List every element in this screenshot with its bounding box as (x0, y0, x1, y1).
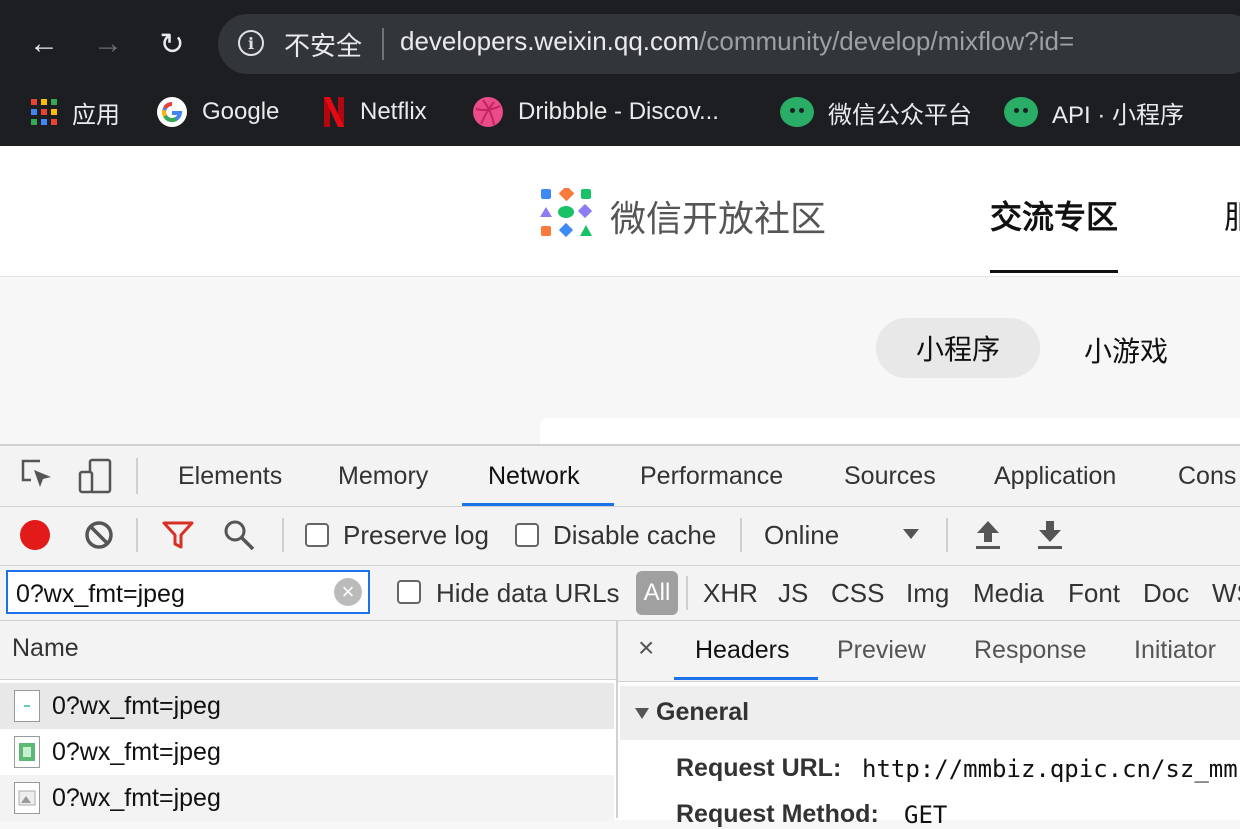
bookmark-apps[interactable]: 应用 (30, 96, 120, 129)
site-logo-text[interactable]: 微信开放社区 (610, 190, 826, 242)
filter-type-all[interactable]: All (636, 571, 678, 615)
chevron-down-icon (903, 529, 919, 539)
image-thumbnail-icon (14, 782, 40, 814)
request-url-key: Request URL: (676, 754, 842, 782)
image-thumbnail-icon (14, 736, 40, 768)
bookmark-label: 应用 (72, 101, 120, 129)
tab-application[interactable]: Application (994, 462, 1116, 491)
bookmark-netflix[interactable]: Netflix (322, 96, 427, 128)
filter-type-js[interactable]: JS (778, 578, 808, 609)
detail-tab-response[interactable]: Response (974, 636, 1087, 665)
clear-filter-icon[interactable]: × (334, 578, 362, 606)
tab-performance[interactable]: Performance (640, 462, 783, 491)
import-har-icon[interactable] (974, 518, 1002, 555)
record-button[interactable] (20, 520, 50, 550)
request-method-value: GET (904, 801, 948, 829)
close-icon[interactable]: × (638, 632, 654, 664)
export-har-icon[interactable] (1036, 518, 1064, 555)
bookmark-label: Google (202, 98, 280, 125)
filter-type-img[interactable]: Img (906, 578, 949, 609)
detail-active-underline (674, 677, 818, 680)
netflix-icon (322, 96, 346, 128)
detail-tab-initiator[interactable]: Initiator (1134, 636, 1216, 665)
category-pill-minigame[interactable]: 小游戏 (1084, 330, 1168, 370)
site-logo-icon[interactable] (540, 185, 593, 243)
nav-active-underline (990, 270, 1118, 273)
back-button[interactable]: ← (22, 22, 66, 66)
bookmark-wechat-mp[interactable]: 微信公众平台 (780, 96, 972, 129)
controls-divider (946, 518, 948, 552)
throttle-value: Online (764, 520, 840, 550)
bookmark-api[interactable]: API · 小程序 (1004, 96, 1185, 129)
filter-type-doc[interactable]: Doc (1143, 578, 1189, 609)
filter-type-ws[interactable]: WS (1212, 578, 1240, 609)
hide-data-urls-checkbox[interactable] (397, 580, 421, 604)
bookmark-dribbble[interactable]: Dribbble - Discov... (472, 96, 719, 128)
security-label[interactable]: 不安全 (284, 26, 362, 63)
request-row[interactable]: 0?wx_fmt=jpeg (0, 775, 614, 821)
dribbble-icon (472, 96, 504, 128)
bookmark-label: 微信公众平台 (828, 101, 972, 129)
disable-cache-label[interactable]: Disable cache (553, 520, 716, 551)
url-text[interactable]: developers.weixin.qq.com/community/devel… (400, 26, 1074, 57)
list-header (0, 621, 616, 680)
request-method-key: Request Method: (676, 800, 879, 828)
bookmark-label: API · 小程序 (1052, 101, 1185, 129)
controls-divider (282, 518, 284, 552)
wechat-icon (1004, 97, 1038, 127)
bookmark-label: Dribbble - Discov... (518, 98, 719, 125)
tab-memory[interactable]: Memory (338, 462, 428, 491)
active-tab-underline (462, 503, 614, 506)
request-row[interactable]: 0?wx_fmt=jpeg (0, 729, 614, 775)
tab-network[interactable]: Network (488, 462, 580, 491)
request-name: 0?wx_fmt=jpeg (52, 783, 221, 812)
tab-console[interactable]: Cons (1178, 462, 1236, 491)
request-url-value: http://mmbiz.qpic.cn/sz_mm (862, 755, 1238, 783)
detail-tab-preview[interactable]: Preview (837, 636, 926, 665)
google-icon (156, 96, 188, 128)
request-row[interactable]: 0?wx_fmt=jpeg (0, 683, 614, 729)
document-icon (14, 690, 40, 722)
category-pill-miniprogram[interactable]: 小程序 (876, 318, 1040, 378)
detail-tab-headers[interactable]: Headers (695, 636, 790, 665)
general-section-title: General (656, 698, 750, 726)
inspect-element-icon[interactable] (20, 458, 54, 497)
forward-button[interactable]: → (86, 22, 130, 66)
search-icon[interactable] (222, 518, 256, 557)
url-host: developers.weixin.qq.com (400, 26, 700, 56)
throttle-select[interactable]: Online (760, 515, 930, 555)
omnibox-divider (382, 28, 384, 60)
reload-button[interactable]: ↻ (150, 22, 194, 66)
preserve-log-label[interactable]: Preserve log (343, 520, 489, 551)
request-name: 0?wx_fmt=jpeg (52, 691, 221, 720)
tab-elements[interactable]: Elements (178, 462, 282, 491)
filter-divider (686, 576, 688, 610)
device-toolbar-icon[interactable] (78, 458, 114, 499)
url-path: /community/develop/mixflow?id= (699, 26, 1075, 56)
hide-data-urls-label[interactable]: Hide data URLs (436, 578, 620, 609)
tab-sources[interactable]: Sources (844, 462, 936, 491)
info-icon[interactable]: i (238, 30, 264, 56)
controls-divider (136, 518, 138, 552)
bookmark-google[interactable]: Google (156, 96, 279, 128)
nav-item-next[interactable]: 服 (1224, 192, 1240, 238)
controls-divider (740, 518, 742, 552)
preserve-log-checkbox[interactable] (305, 523, 329, 547)
caret-down-icon[interactable] (634, 706, 650, 725)
disable-cache-checkbox[interactable] (515, 523, 539, 547)
bookmark-label: Netflix (360, 98, 427, 125)
apps-grid-icon (30, 98, 58, 126)
nav-item-community[interactable]: 交流专区 (990, 192, 1118, 238)
filter-type-media[interactable]: Media (973, 578, 1044, 609)
filter-type-xhr[interactable]: XHR (703, 578, 758, 609)
filter-type-font[interactable]: Font (1068, 578, 1120, 609)
filter-icon[interactable] (162, 520, 194, 555)
filter-type-css[interactable]: CSS (831, 578, 884, 609)
wechat-icon (780, 97, 814, 127)
clear-icon[interactable] (84, 520, 114, 555)
request-name: 0?wx_fmt=jpeg (52, 737, 221, 766)
toolbar-divider (136, 458, 138, 494)
filter-input-value: 0?wx_fmt=jpeg (16, 580, 185, 608)
column-header-name[interactable]: Name (12, 634, 79, 663)
